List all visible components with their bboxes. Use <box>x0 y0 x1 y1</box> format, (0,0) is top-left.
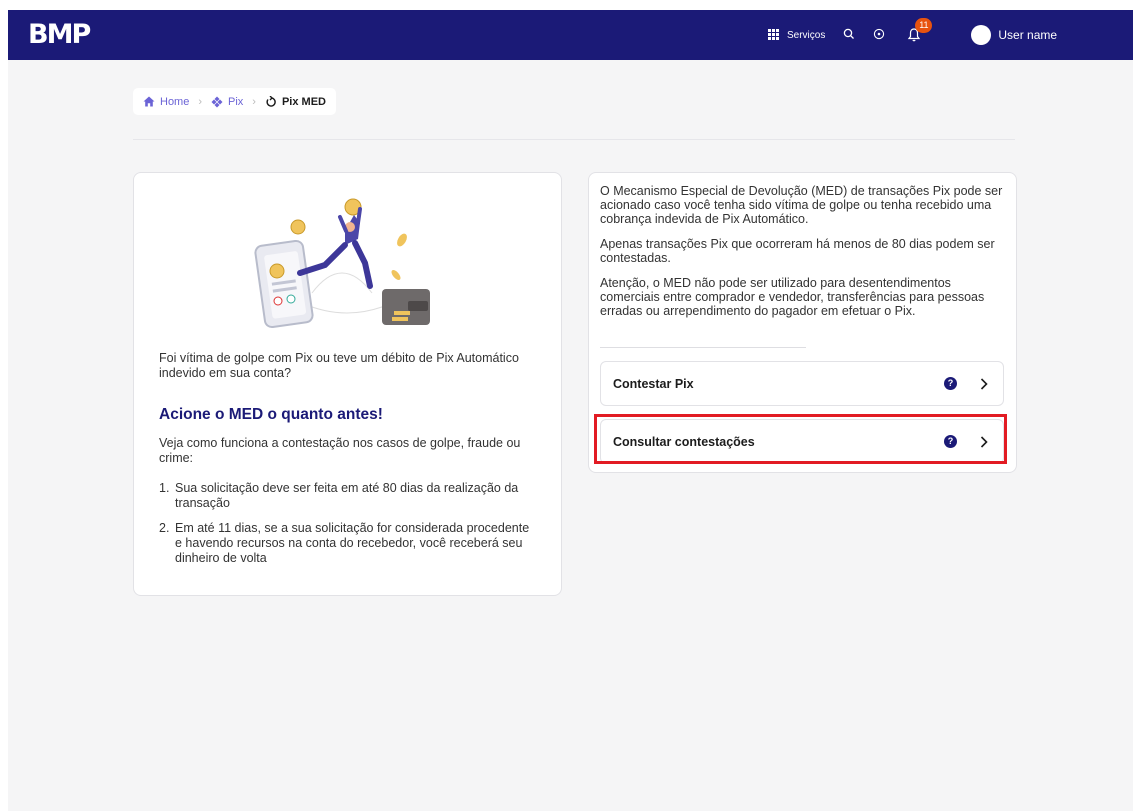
pix-icon <box>211 96 223 107</box>
breadcrumb: Home › Pix › Pix MED <box>133 88 336 115</box>
breadcrumb-current: Pix MED <box>265 95 326 108</box>
med-info-card: Foi vítima de golpe com Pix ou teve um d… <box>133 172 562 596</box>
chevron-right-icon <box>980 435 988 448</box>
list-item: 2. Em até 11 dias, se a sua solicitação … <box>159 521 539 566</box>
chevron-right-icon <box>980 377 988 390</box>
list-item: 1. Sua solicitação deve ser feita em até… <box>159 481 539 511</box>
action-label: Contestar Pix <box>613 376 694 391</box>
breadcrumb-home[interactable]: Home <box>143 96 189 108</box>
section-divider <box>133 139 1015 140</box>
services-label: Serviços <box>787 29 826 41</box>
search-icon[interactable] <box>843 28 855 43</box>
description-paragraph: Apenas transações Pix que ocorreram há m… <box>600 237 995 265</box>
breadcrumb-pix-label: Pix <box>228 95 244 108</box>
help-icon[interactable]: ? <box>944 377 957 390</box>
description-paragraph: O Mecanismo Especial de Devolução (MED) … <box>600 184 1003 226</box>
help-circle-icon[interactable] <box>873 28 885 43</box>
user-name: User name <box>998 28 1058 42</box>
step-text: Sua solicitação deve ser feita em até 80… <box>175 481 519 510</box>
breadcrumb-separator-icon: › <box>252 95 256 108</box>
apps-grid-icon <box>768 29 781 41</box>
user-menu[interactable]: User name <box>971 25 1057 45</box>
avatar <box>971 25 992 45</box>
intro-text: Foi vítima de golpe com Pix ou teve um d… <box>159 351 519 380</box>
page-frame: BMP Serviços 11 User name Home › Pix › P… <box>8 10 1133 811</box>
med-actions-card: O Mecanismo Especial de Devolução (MED) … <box>588 172 1017 473</box>
breadcrumb-separator-icon: › <box>198 95 203 108</box>
home-icon <box>143 96 155 107</box>
breadcrumb-current-label: Pix MED <box>281 95 326 108</box>
info-divider <box>600 347 806 348</box>
notification-count-badge: 11 <box>915 18 933 33</box>
refresh-icon <box>266 95 276 107</box>
med-description: O Mecanismo Especial de Devolução (MED) … <box>600 184 1008 329</box>
bmp-logo[interactable]: BMP <box>28 21 91 49</box>
header-actions: Serviços 11 User name <box>768 10 1057 60</box>
breadcrumb-pix[interactable]: Pix <box>211 96 243 108</box>
top-navigation-bar: BMP Serviços 11 User name <box>8 10 1133 60</box>
breadcrumb-home-label: Home <box>160 95 190 108</box>
notifications-button[interactable]: 11 <box>907 18 933 43</box>
action-label: Consultar contestações <box>613 434 755 449</box>
consultar-contestacoes-button[interactable]: Consultar contestações ? <box>600 419 1004 464</box>
contestar-pix-button[interactable]: Contestar Pix ? <box>600 361 1004 406</box>
step-text: Em até 11 dias, se a sua solicitação for… <box>175 521 530 565</box>
step-number: 1. <box>159 481 170 495</box>
services-menu[interactable]: Serviços <box>768 29 825 41</box>
step-number: 2. <box>159 521 170 535</box>
description-paragraph: Atenção, o MED não pode ser utilizado pa… <box>600 276 985 318</box>
fraud-victim-illustration <box>254 198 430 329</box>
help-icon[interactable]: ? <box>944 435 957 448</box>
med-heading: Acione o MED o quanto antes! <box>159 406 383 423</box>
steps-list: 1. Sua solicitação deve ser feita em até… <box>159 481 539 576</box>
explanation-text: Veja como funciona a contestação nos cas… <box>159 436 521 465</box>
